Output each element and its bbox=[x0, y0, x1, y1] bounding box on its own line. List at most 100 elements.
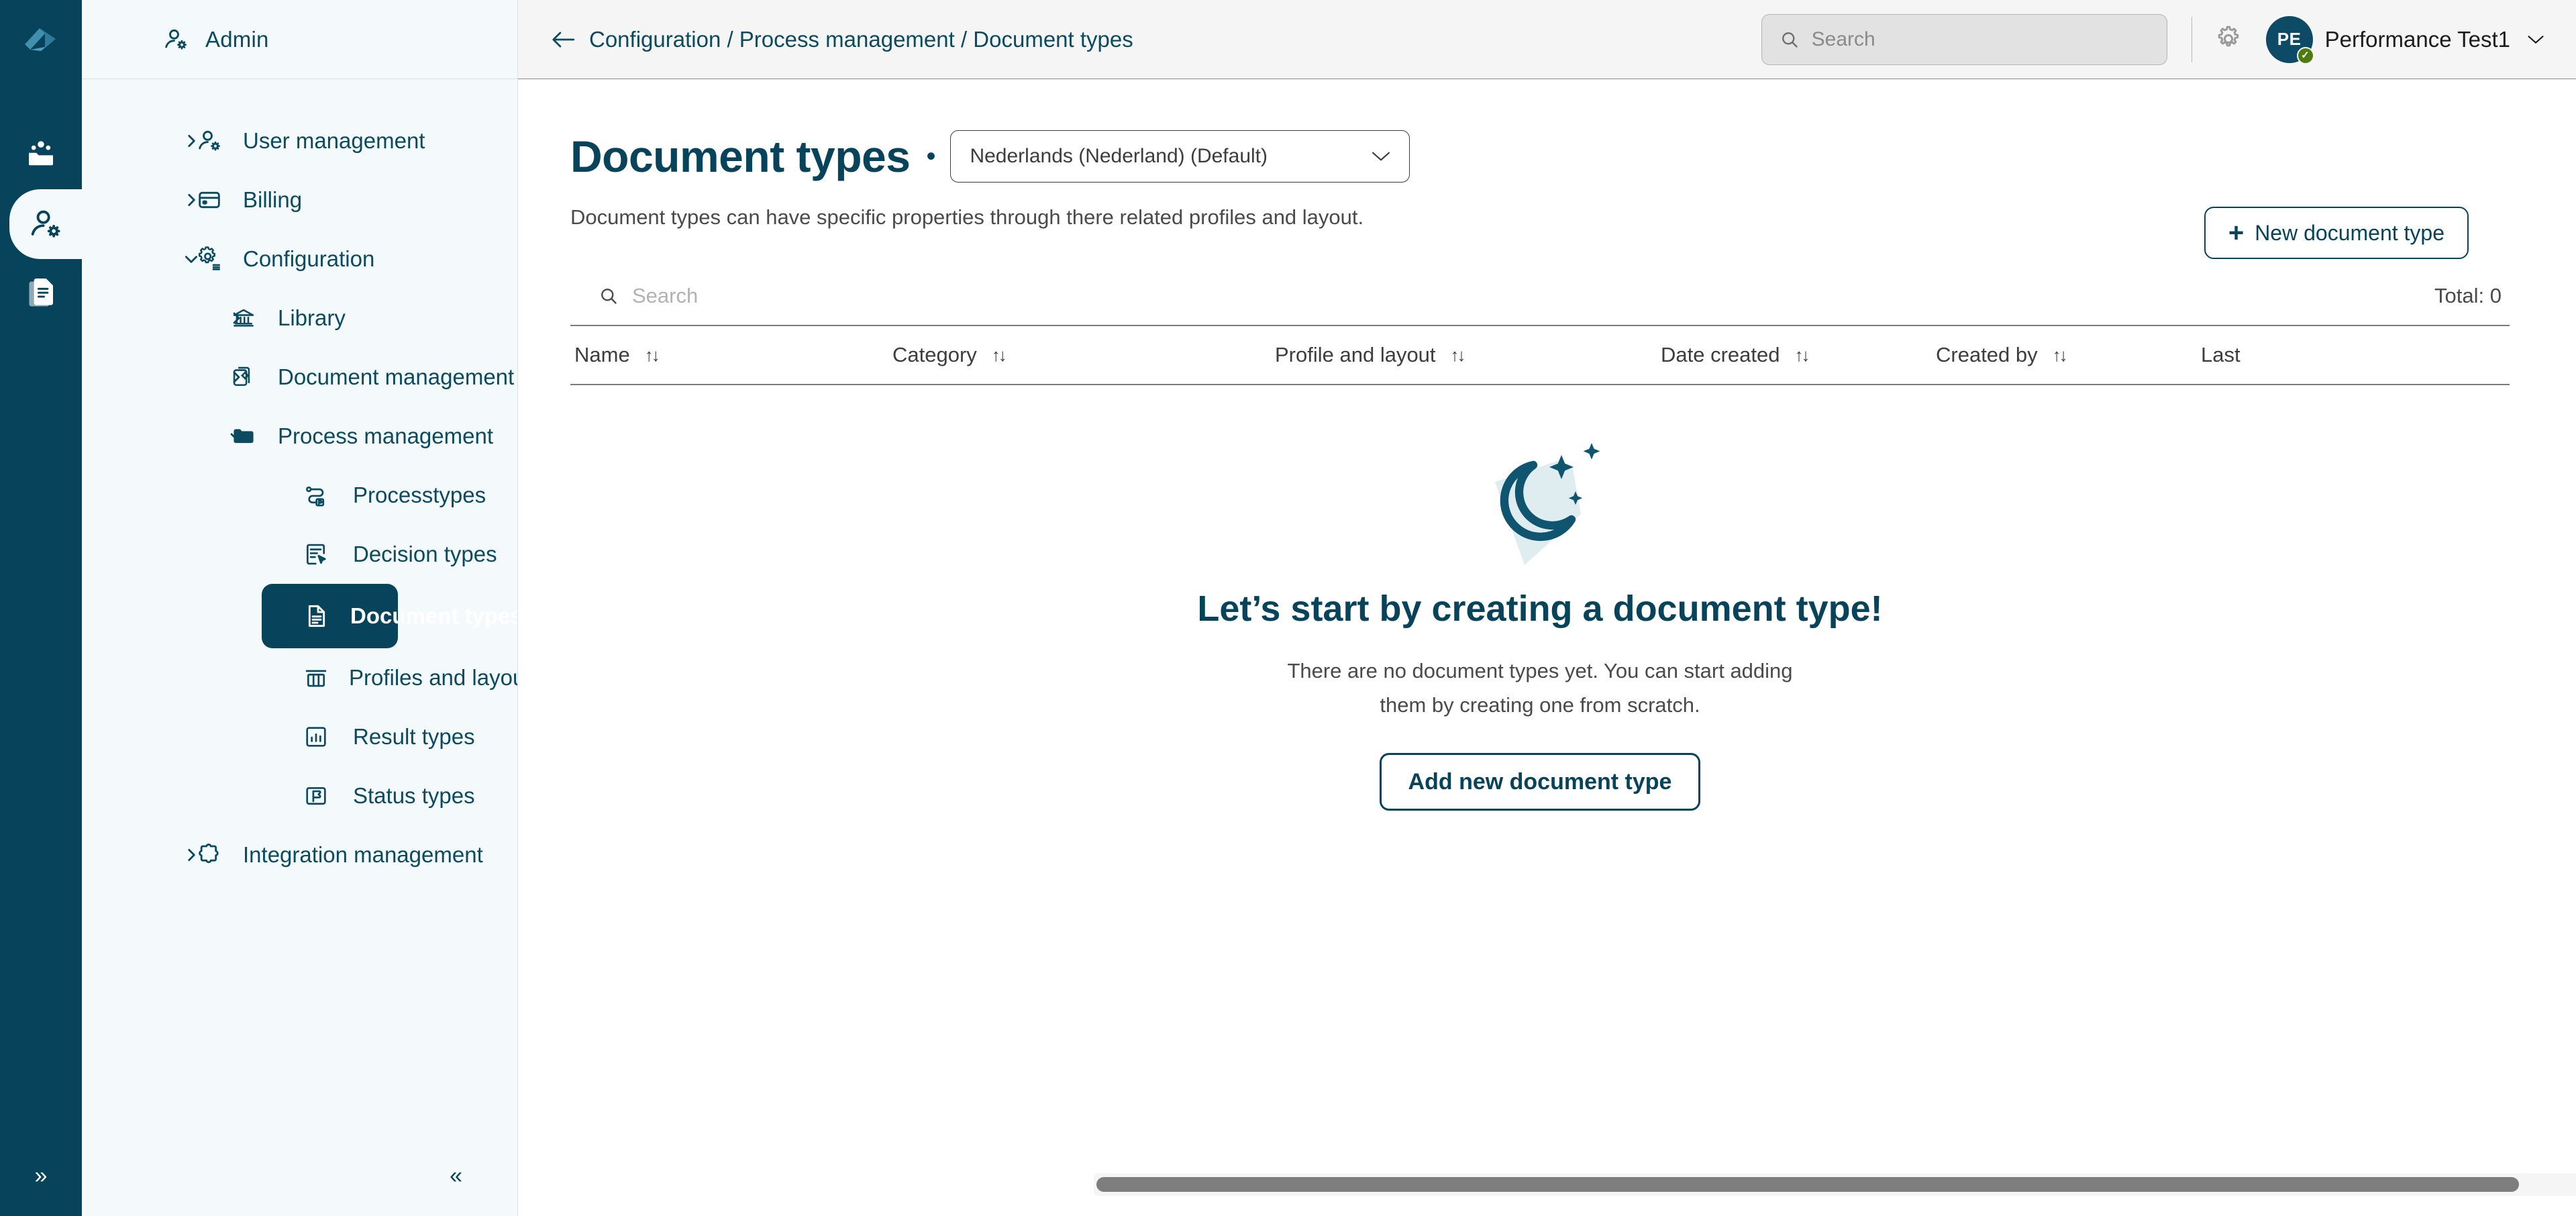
new-document-type-button[interactable]: + New document type bbox=[2204, 207, 2469, 259]
scrollbar-thumb[interactable] bbox=[1096, 1177, 2519, 1192]
new-document-type-label: New document type bbox=[2255, 221, 2444, 246]
sidebar-nav: User management Billing bbox=[82, 79, 517, 1135]
sidebar-item-user-management[interactable]: User management bbox=[82, 111, 517, 170]
chevron-right-icon bbox=[228, 310, 244, 326]
global-search[interactable] bbox=[1761, 14, 2167, 65]
sort-icon[interactable]: ↑↓ bbox=[992, 345, 1005, 366]
total-count: Total: 0 bbox=[2434, 284, 2506, 308]
language-select[interactable]: Nederlands (Nederland) (Default) bbox=[950, 130, 1410, 183]
sidebar-item-result-types[interactable]: Result types bbox=[82, 707, 517, 766]
column-label: Category bbox=[892, 343, 977, 367]
table-search[interactable] bbox=[599, 284, 941, 308]
sidebar-item-integration-management[interactable]: Integration management bbox=[82, 825, 517, 884]
cube-logo-icon bbox=[22, 24, 60, 55]
column-header-name[interactable]: Name ↑↓ bbox=[570, 343, 892, 367]
document-types-table: Total: 0 Name ↑↓ Category ↑↓ Profile and… bbox=[570, 267, 2510, 811]
chevron-down-icon bbox=[183, 250, 200, 268]
empty-state-line-2: them by creating one from scratch. bbox=[1287, 688, 1792, 722]
chevron-right-icon bbox=[183, 132, 200, 150]
card-icon bbox=[196, 187, 225, 213]
column-label: Profile and layout bbox=[1275, 343, 1436, 367]
sort-icon[interactable]: ↑↓ bbox=[2053, 345, 2066, 366]
icon-rail: » bbox=[0, 0, 82, 1216]
column-label: Last bbox=[2201, 343, 2240, 367]
sidebar-item-library[interactable]: Library bbox=[82, 289, 517, 348]
column-label: Date created bbox=[1661, 343, 1780, 367]
search-icon bbox=[1780, 30, 1800, 50]
sidebar-footer: « bbox=[82, 1135, 517, 1216]
horizontal-scrollbar[interactable] bbox=[1094, 1173, 2576, 1196]
chevron-right-icon bbox=[183, 191, 200, 209]
language-select-value: Nederlands (Nederland) (Default) bbox=[970, 145, 1268, 168]
sidebar-item-document-management[interactable]: Document management bbox=[82, 348, 517, 407]
breadcrumb[interactable]: Configuration / Process management / Doc… bbox=[589, 27, 1133, 52]
sidebar-item-decision-types[interactable]: Decision types bbox=[82, 525, 517, 584]
user-name: Performance Test1 bbox=[2325, 27, 2510, 52]
sidebar-item-status-types[interactable]: Status types bbox=[82, 766, 517, 825]
column-header-profile-and-layout[interactable]: Profile and layout ↑↓ bbox=[1275, 343, 1661, 367]
global-search-input[interactable] bbox=[1812, 28, 2149, 51]
rail-item-admin[interactable] bbox=[9, 189, 82, 259]
chevron-down-icon bbox=[2526, 34, 2545, 46]
empty-state-line-1: There are no document types yet. You can… bbox=[1287, 654, 1792, 688]
app-logo[interactable] bbox=[0, 0, 82, 79]
sidebar-item-billing[interactable]: Billing bbox=[82, 170, 517, 230]
page-header: Document types • Nederlands (Nederland) … bbox=[518, 79, 2576, 183]
chevron-down-icon bbox=[1370, 150, 1392, 163]
arrow-left-icon[interactable] bbox=[550, 30, 576, 50]
user-settings-icon bbox=[196, 128, 225, 154]
sidebar-item-label: Profiles and layout bbox=[349, 665, 517, 691]
decision-icon bbox=[303, 542, 333, 567]
sort-icon[interactable]: ↑↓ bbox=[645, 345, 658, 366]
sidebar-item-processtypes[interactable]: Processtypes bbox=[82, 466, 517, 525]
column-label: Name bbox=[574, 343, 630, 367]
column-header-created-by[interactable]: Created by ↑↓ bbox=[1936, 343, 2201, 367]
sidebar-item-label: Billing bbox=[243, 187, 302, 213]
sidebar-item-label: Configuration bbox=[243, 246, 374, 272]
table-search-input[interactable] bbox=[632, 284, 941, 308]
rail-item-documents[interactable] bbox=[0, 259, 82, 329]
puzzle-icon bbox=[196, 842, 225, 868]
sidebar-header-label: Admin bbox=[205, 27, 269, 52]
status-badge: ✓ bbox=[2297, 47, 2314, 64]
sidebar-item-label: Process management bbox=[278, 423, 493, 449]
sidebar-item-label: Result types bbox=[353, 724, 475, 750]
moon-and-stars-icon bbox=[1463, 436, 1617, 570]
sidebar-header: Admin bbox=[82, 0, 517, 79]
chevron-down-icon bbox=[228, 428, 244, 444]
sidebar-item-process-management[interactable]: Process management bbox=[82, 407, 517, 466]
column-header-last-modified[interactable]: Last bbox=[2201, 343, 2335, 367]
chevron-right-icon bbox=[228, 369, 244, 385]
sidebar-collapse-button[interactable]: « bbox=[450, 1164, 462, 1187]
rail-expand-button[interactable]: » bbox=[0, 1135, 82, 1216]
sort-icon[interactable]: ↑↓ bbox=[1795, 345, 1808, 366]
gear-icon[interactable] bbox=[2212, 23, 2245, 56]
sidebar-item-document-types[interactable]: Document types bbox=[262, 584, 398, 648]
table-header-row: Name ↑↓ Category ↑↓ Profile and layout ↑… bbox=[570, 325, 2510, 385]
sidebar-item-label: Document types bbox=[350, 603, 517, 629]
page-title: Document types bbox=[570, 131, 910, 182]
documents-icon bbox=[23, 276, 59, 312]
add-new-document-type-button[interactable]: Add new document type bbox=[1380, 753, 1701, 811]
content-area: Document types • Nederlands (Nederland) … bbox=[518, 79, 2576, 1216]
rail-item-team-folder[interactable] bbox=[0, 119, 82, 189]
empty-state: Let’s start by creating a document type!… bbox=[570, 385, 2510, 811]
empty-state-title: Let’s start by creating a document type! bbox=[1197, 588, 1882, 629]
process-icon bbox=[303, 483, 333, 508]
sidebar-item-profiles-and-layout[interactable]: Profiles and layout bbox=[82, 648, 517, 707]
app-root: » Admin bbox=[0, 0, 2576, 1216]
column-header-category[interactable]: Category ↑↓ bbox=[892, 343, 1275, 367]
sidebar-item-label: Processtypes bbox=[353, 483, 486, 508]
column-label: Created by bbox=[1936, 343, 2038, 367]
flag-box-icon bbox=[303, 783, 333, 809]
sidebar-item-label: Status types bbox=[353, 783, 475, 809]
column-header-date-created[interactable]: Date created ↑↓ bbox=[1661, 343, 1936, 367]
avatar-initials: PE bbox=[2277, 29, 2302, 50]
user-menu[interactable]: PE ✓ Performance Test1 bbox=[2266, 16, 2545, 63]
sidebar-item-label: Library bbox=[278, 305, 346, 331]
sidebar-item-label: Document management bbox=[278, 364, 514, 390]
sort-icon[interactable]: ↑↓ bbox=[1451, 345, 1464, 366]
sidebar-item-configuration[interactable]: Configuration bbox=[82, 230, 517, 289]
empty-state-description: There are no document types yet. You can… bbox=[1287, 654, 1792, 722]
user-settings-icon bbox=[162, 26, 189, 53]
